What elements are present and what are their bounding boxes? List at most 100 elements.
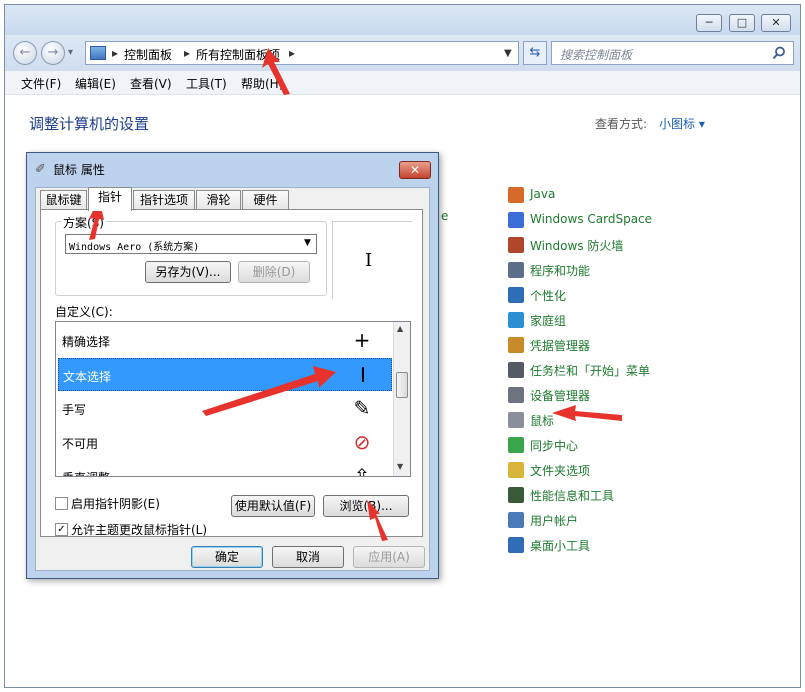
cp-item[interactable]: Java xyxy=(508,185,708,207)
cursor-glyph-icon: ✎ xyxy=(353,396,371,420)
shadow-label: 启用指针阴影(E) xyxy=(71,497,160,511)
cursor-row-label: 垂直调整 xyxy=(62,469,110,476)
cp-item-label: 桌面小工具 xyxy=(530,539,591,553)
search-placeholder: 搜索控制面板 xyxy=(560,48,633,62)
scroll-up-icon[interactable]: ▲ xyxy=(397,324,403,333)
menu-tools[interactable]: 工具(T) xyxy=(186,75,227,92)
cp-item-icon xyxy=(508,312,524,328)
cp-item[interactable]: 个性化 xyxy=(508,285,708,307)
cp-item-label: 文件夹选项 xyxy=(530,464,591,478)
cp-item-label: 程序和功能 xyxy=(530,264,591,278)
scroll-down-icon[interactable]: ▼ xyxy=(397,462,403,471)
save-as-button[interactable]: 另存为(V)... xyxy=(145,261,231,283)
cp-item[interactable]: 程序和功能 xyxy=(508,260,708,282)
theme-checkbox[interactable]: ✓ xyxy=(55,523,68,536)
scheme-label: 方案(S) xyxy=(61,214,106,231)
cancel-button[interactable]: 取消 xyxy=(272,546,344,568)
cp-item-icon xyxy=(508,437,524,453)
breadcrumb-all-items[interactable]: 所有控制面板项 xyxy=(196,46,280,63)
cp-item[interactable]: Windows CardSpace xyxy=(508,210,708,232)
back-button[interactable]: ← xyxy=(13,41,37,65)
cursor-row[interactable]: 不可用 ⊘ xyxy=(58,426,392,459)
menu-edit[interactable]: 编辑(E) xyxy=(75,75,116,92)
address-bar[interactable]: ▸ 控制面板 ▸ 所有控制面板项 ▸ ▼ xyxy=(85,41,519,65)
text-cursor-icon: I xyxy=(365,250,373,271)
cp-item-icon xyxy=(508,387,524,403)
browse-button[interactable]: 浏览(B)... xyxy=(323,495,409,517)
cp-item-label: 凭据管理器 xyxy=(530,339,591,353)
minimize-button[interactable]: ─ xyxy=(696,14,722,32)
cp-item[interactable]: 凭据管理器 xyxy=(508,335,708,357)
close-button[interactable]: ✕ xyxy=(761,14,791,32)
tab-buttons[interactable]: 鼠标键 xyxy=(40,190,87,210)
cp-item-label: 用户帐户 xyxy=(530,514,579,528)
tab-pointer-options[interactable]: 指针选项 xyxy=(133,190,195,210)
cp-item[interactable]: 设备管理器 xyxy=(508,385,708,407)
delete-button[interactable]: 删除(D) xyxy=(238,261,310,283)
cursor-row[interactable]: 垂直调整 ⇧ xyxy=(58,460,392,477)
forward-button[interactable]: → xyxy=(41,41,65,65)
address-dropdown-icon[interactable]: ▼ xyxy=(504,48,512,59)
chevron-right-icon: ▸ xyxy=(184,46,191,60)
tab-hardware[interactable]: 硬件 xyxy=(242,190,289,210)
cp-item-label: Windows CardSpace xyxy=(530,212,653,226)
cp-item[interactable]: 性能信息和工具 xyxy=(508,485,708,507)
cp-item[interactable]: 文件夹选项 xyxy=(508,460,708,482)
tab-pointers[interactable]: 指针 xyxy=(88,187,132,211)
cursor-row[interactable]: 手写 ✎ xyxy=(58,392,392,425)
cursor-row-label: 精确选择 xyxy=(62,335,111,349)
refresh-button[interactable]: ⇆ xyxy=(523,41,547,65)
cursor-row[interactable]: 文本选择 I xyxy=(58,358,392,391)
cp-item[interactable]: 用户帐户 xyxy=(508,510,708,532)
tab-wheel[interactable]: 滑轮 xyxy=(196,190,241,210)
scheme-select[interactable]: Windows Aero (系统方案) ▼ xyxy=(65,234,317,254)
cp-item-icon xyxy=(508,187,524,203)
cp-item-icon xyxy=(508,537,524,553)
cp-item-icon xyxy=(508,412,524,428)
control-panel-icon xyxy=(90,46,106,60)
search-icon[interactable] xyxy=(772,46,786,60)
cp-item[interactable]: 鼠标 xyxy=(508,410,708,432)
history-dropdown[interactable]: ▾ xyxy=(68,47,73,58)
cp-item[interactable]: Windows 防火墙 xyxy=(508,235,708,257)
dialog-close-button[interactable]: ✕ xyxy=(399,161,431,179)
dialog-body: 鼠标键 指针 指针选项 滑轮 硬件 方案(S) Windows Aero (系统… xyxy=(35,187,430,571)
use-default-button[interactable]: 使用默认值(F) xyxy=(231,495,315,517)
cp-item[interactable]: 家庭组 xyxy=(508,310,708,332)
menu-view[interactable]: 查看(V) xyxy=(130,75,172,92)
scroll-thumb[interactable] xyxy=(396,372,408,398)
menu-file[interactable]: 文件(F) xyxy=(21,75,61,92)
view-by-dropdown[interactable]: 小图标 ▾ xyxy=(659,115,705,132)
cp-item-label: 同步中心 xyxy=(530,439,579,453)
maximize-button[interactable]: □ xyxy=(729,14,755,32)
partial-item-label[interactable]: e xyxy=(441,209,448,223)
apply-button[interactable]: 应用(A) xyxy=(353,546,425,568)
cursor-glyph-icon: ⇧ xyxy=(353,464,371,477)
theme-label: 允许主题更改鼠标指针(L) xyxy=(71,523,208,537)
cursor-row[interactable]: 精确选择 + xyxy=(58,324,392,357)
chevron-right-icon: ▸ xyxy=(112,46,119,60)
cp-item-label: 设备管理器 xyxy=(530,389,591,403)
menu-help[interactable]: 帮助(H) xyxy=(241,75,283,92)
breadcrumb-control-panel[interactable]: 控制面板 xyxy=(124,46,172,63)
cursor-list[interactable]: 精确选择 + 文本选择 I 手写 ✎ 不可用 ⊘ 垂直调整 ⇧ ▲ ▼ xyxy=(55,321,411,477)
cp-item-label: Windows 防火墙 xyxy=(530,239,624,253)
scrollbar[interactable]: ▲ ▼ xyxy=(393,322,410,476)
search-input[interactable]: 搜索控制面板 xyxy=(551,41,794,65)
cp-item-icon xyxy=(508,212,524,228)
cp-item[interactable]: 任务栏和「开始」菜单 xyxy=(508,360,708,382)
cp-item-icon xyxy=(508,512,524,528)
cp-item-icon xyxy=(508,462,524,478)
cp-item-label: 任务栏和「开始」菜单 xyxy=(530,364,651,378)
view-by-label: 查看方式: xyxy=(595,117,648,131)
cp-item-label: 个性化 xyxy=(530,289,567,303)
shadow-checkbox[interactable] xyxy=(55,497,68,510)
mouse-icon: ✐ xyxy=(35,162,46,177)
cp-item[interactable]: 同步中心 xyxy=(508,435,708,457)
cursor-row-label: 不可用 xyxy=(62,437,99,451)
title-bar: ─ □ ✕ xyxy=(5,5,800,35)
cursor-preview: I xyxy=(332,221,412,299)
cp-item[interactable]: 桌面小工具 xyxy=(508,535,708,557)
cp-item-label: 家庭组 xyxy=(530,314,567,328)
ok-button[interactable]: 确定 xyxy=(191,546,263,568)
